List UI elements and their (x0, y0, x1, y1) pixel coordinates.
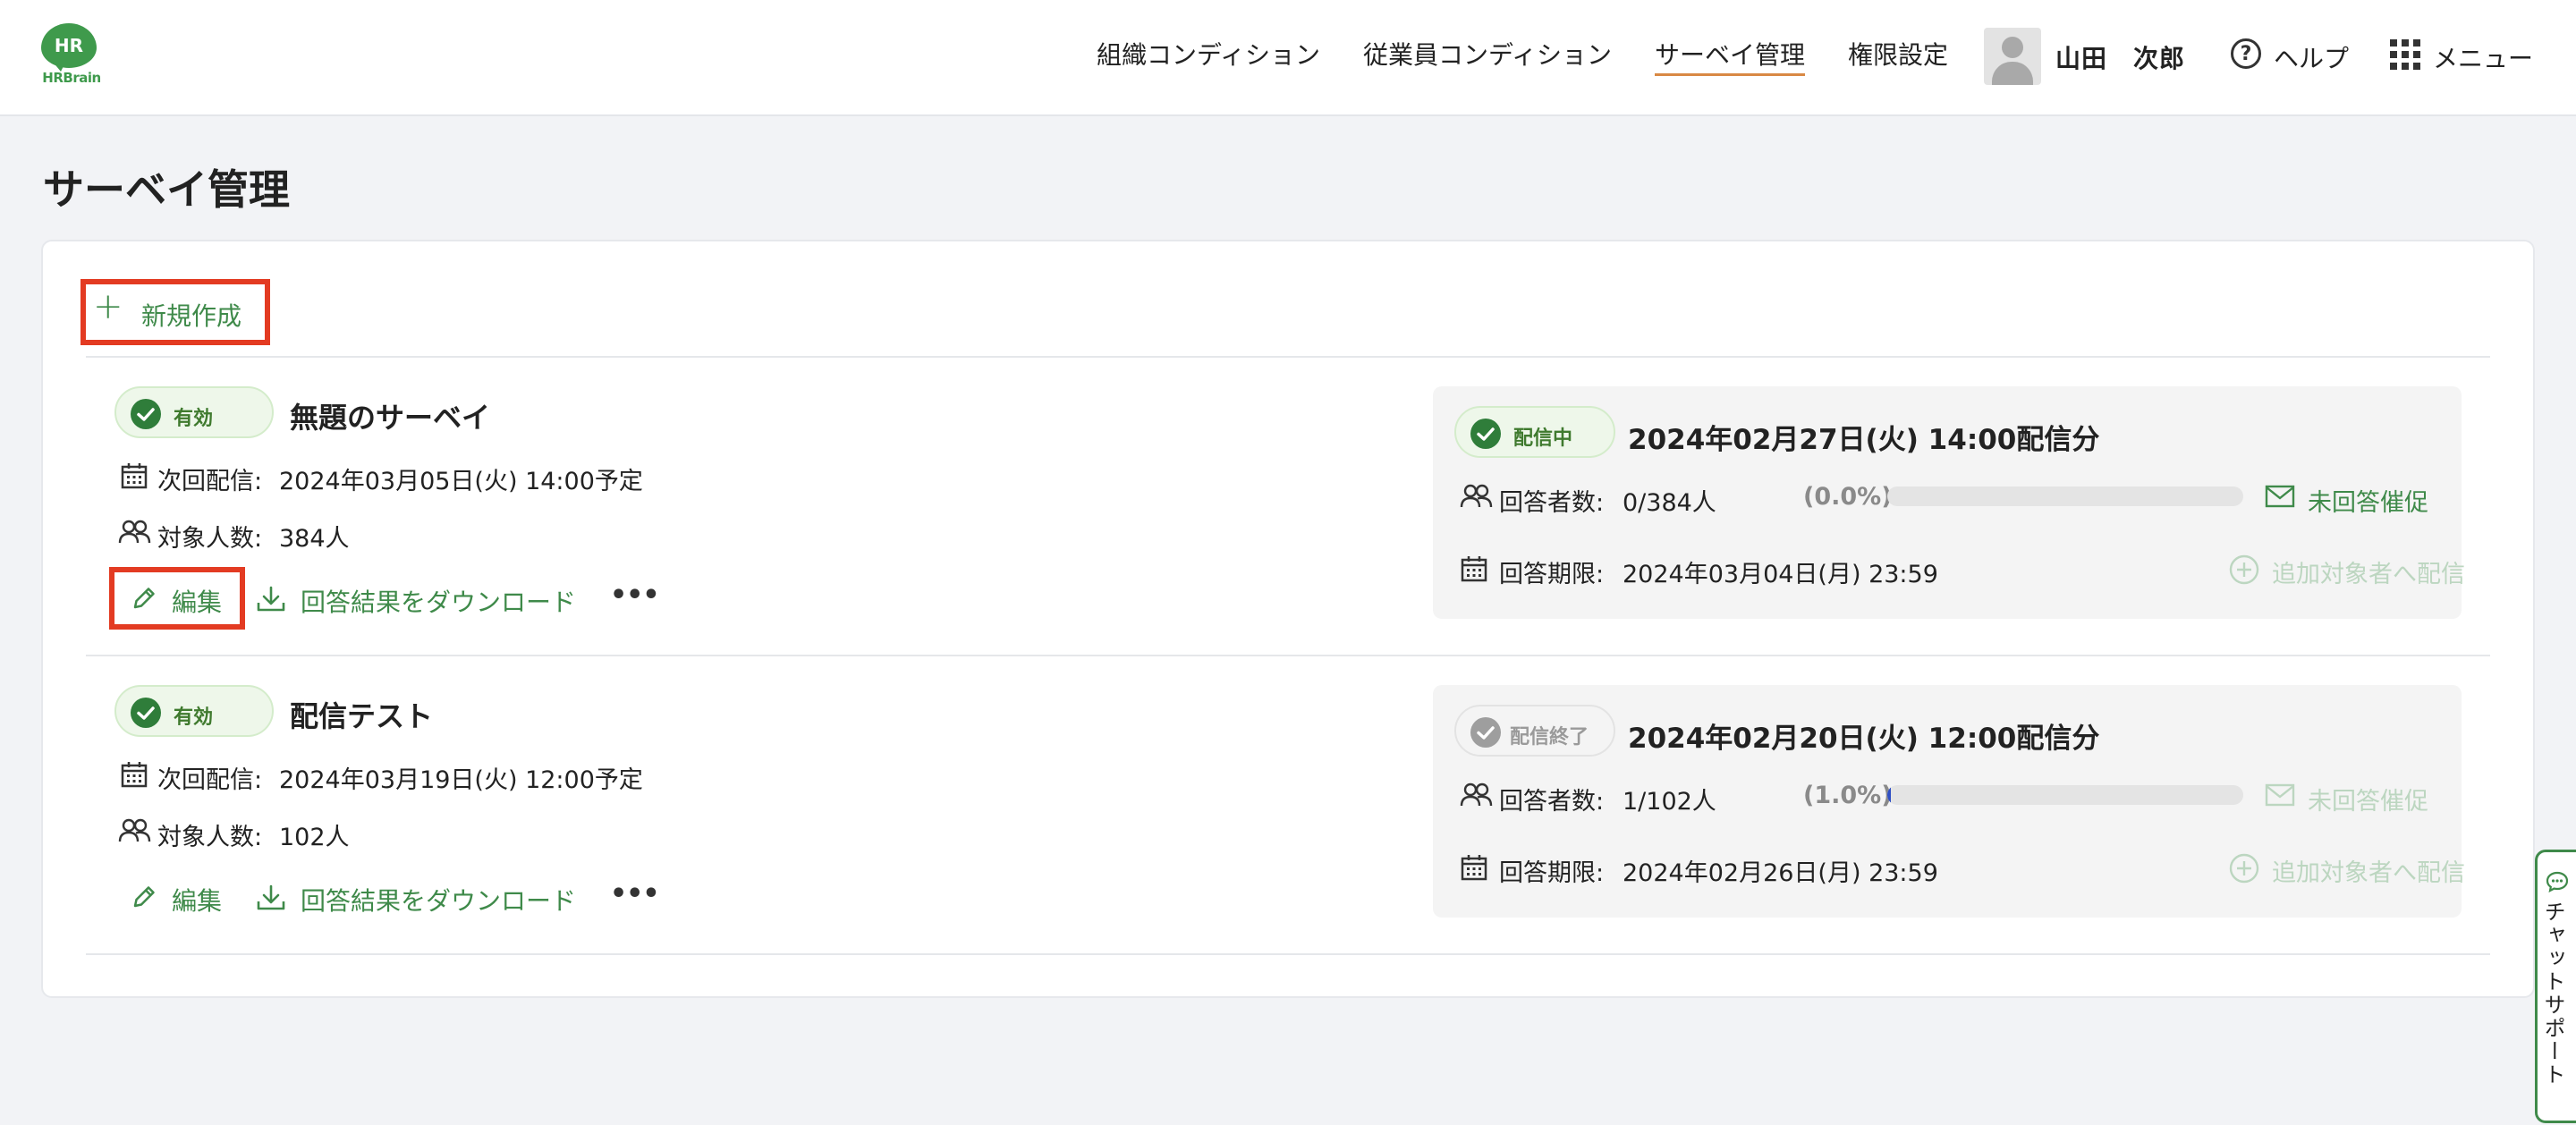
user-avatar[interactable] (1984, 28, 2041, 85)
plus-circle-icon (2229, 853, 2259, 890)
users-icon (118, 519, 152, 552)
download-icon (256, 585, 286, 620)
chat-support-label: チャットサポート (2540, 901, 2565, 1087)
next-delivery-label: 次回配信: (157, 766, 263, 794)
users-icon (1460, 483, 1494, 516)
send-to-additional-targets-label: 追加対象者へ配信 (2272, 561, 2465, 588)
survey-title[interactable]: 無題のサーベイ (290, 395, 490, 436)
download-icon (256, 884, 286, 918)
delivery-panel: 配信終了 2024年02月20日(火) 12:00配信分 回答者数: 1/102… (1433, 685, 2465, 918)
plus-icon: + (93, 286, 123, 327)
response-rate: (1.0%) (1803, 782, 1893, 809)
nav-item-survey-management[interactable]: サーベイ管理 (1655, 36, 1806, 79)
delivery-status-label: 配信終了 (1510, 726, 1589, 749)
mail-icon (2265, 783, 2295, 813)
new-survey-label: 新規作成 (141, 301, 242, 331)
calendar-icon (1460, 853, 1488, 888)
calendar-icon (120, 760, 148, 795)
top-navigation-bar: HR HRBrain 組織コンディション 従業員コンディション サーベイ管理 権… (0, 0, 2576, 116)
help-link[interactable]: ヘルプ (2274, 39, 2349, 75)
page-title: サーベイ管理 (43, 165, 290, 214)
menu-link[interactable]: メニュー (2433, 39, 2533, 75)
delivery-status-badge: 配信終了 (1454, 705, 1615, 757)
avatar-body (1992, 62, 2033, 85)
help-icon[interactable]: ? (2231, 38, 2261, 69)
respondents-label: 回答者数: (1499, 788, 1605, 816)
avatar-head (2002, 37, 2023, 58)
hrbrain-logo[interactable]: HR HRBrain (39, 23, 104, 86)
deadline-value: 2024年02月26日(月) 23:59 (1623, 859, 1938, 887)
more-options-button[interactable]: ••• (610, 579, 660, 611)
response-rate: (0.0%) (1803, 483, 1893, 511)
response-progress-bar (1887, 486, 2243, 506)
users-icon (118, 817, 152, 850)
deadline-label: 回答期限: (1499, 859, 1605, 887)
check-circle-icon (1470, 717, 1501, 748)
pencil-icon (131, 585, 157, 618)
respondents-value: 0/384人 (1623, 489, 1716, 517)
nav-item-employee-condition[interactable]: 従業員コンディション (1363, 36, 1612, 79)
download-results-label: 回答結果をダウンロード (301, 886, 577, 916)
delivery-panel: 配信中 2024年02月27日(火) 14:00配信分 回答者数: 0/384人… (1433, 386, 2465, 619)
plus-circle-icon (2229, 554, 2259, 591)
nav-item-permission-settings[interactable]: 権限設定 (1848, 36, 1948, 79)
delivery-status-badge: 配信中 (1454, 406, 1615, 458)
target-count-value: 102人 (279, 824, 350, 851)
download-results-label: 回答結果をダウンロード (301, 588, 577, 617)
logo-mark: HR (41, 23, 97, 68)
delivery-title: 2024年02月20日(火) 12:00配信分 (1628, 723, 2100, 755)
delivery-title: 2024年02月27日(火) 14:00配信分 (1628, 424, 2100, 456)
response-progress-fill (1887, 785, 1891, 805)
delivery-status-label: 配信中 (1513, 427, 1573, 450)
target-count-label: 対象人数: (157, 525, 263, 553)
users-icon (1460, 782, 1494, 815)
next-delivery-value: 2024年03月05日(火) 14:00予定 (279, 468, 643, 495)
deadline-value: 2024年03月04日(月) 23:59 (1623, 561, 1938, 588)
survey-status-badge: 有効 (114, 685, 274, 737)
pencil-icon (131, 884, 157, 917)
mail-icon (2265, 485, 2295, 514)
logo-word: HRBrain (42, 70, 101, 86)
list-divider (86, 953, 2490, 955)
chat-bubble-icon (2546, 870, 2569, 897)
list-divider (86, 655, 2490, 656)
calendar-icon (1460, 554, 1488, 589)
target-count-label: 対象人数: (157, 824, 263, 851)
remind-unanswered-label: 未回答催促 (2308, 489, 2428, 517)
nav-item-org-condition[interactable]: 組織コンディション (1097, 36, 1320, 79)
survey-status-label: 有効 (174, 408, 214, 430)
response-progress-bar (1887, 785, 2243, 805)
respondents-value: 1/102人 (1623, 788, 1716, 816)
calendar-icon (120, 461, 148, 496)
user-name[interactable]: 山田 次郎 (2055, 39, 2185, 75)
respondents-label: 回答者数: (1499, 489, 1605, 517)
survey-status-badge: 有効 (114, 386, 274, 438)
remind-unanswered-label: 未回答催促 (2308, 788, 2428, 816)
app-menu-grid-icon[interactable] (2390, 39, 2420, 70)
edit-label: 編集 (172, 886, 223, 916)
deadline-label: 回答期限: (1499, 561, 1605, 588)
next-delivery-label: 次回配信: (157, 468, 263, 495)
list-divider (86, 356, 2490, 358)
target-count-value: 384人 (279, 525, 350, 553)
chat-support-tab[interactable]: チャットサポート (2535, 850, 2576, 1123)
send-to-additional-targets-label: 追加対象者へ配信 (2272, 859, 2465, 887)
survey-status-label: 有効 (174, 706, 214, 729)
check-circle-icon (131, 399, 161, 429)
survey-title[interactable]: 配信テスト (290, 694, 433, 735)
edit-label: 編集 (172, 588, 223, 617)
check-circle-icon (1470, 419, 1501, 449)
check-circle-icon (131, 698, 161, 728)
more-options-button[interactable]: ••• (610, 878, 660, 909)
next-delivery-value: 2024年03月19日(火) 12:00予定 (279, 766, 643, 794)
